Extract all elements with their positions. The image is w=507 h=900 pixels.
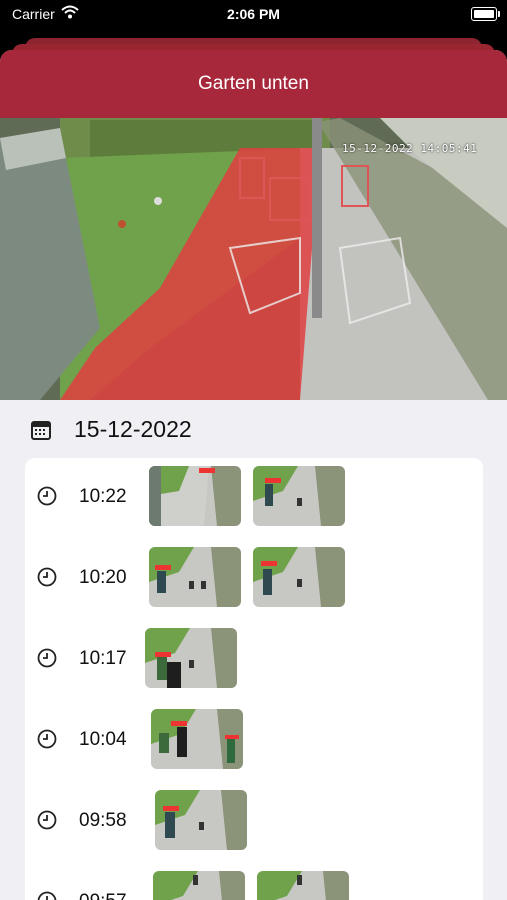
event-row[interactable]: 09:58: [25, 790, 483, 854]
event-time: 10:20: [79, 567, 127, 588]
clock-icon: [37, 648, 57, 668]
event-thumbnail[interactable]: [151, 709, 243, 769]
status-bar: Carrier 2:06 PM: [0, 0, 507, 30]
event-thumbnail[interactable]: [149, 466, 241, 526]
camera-title: Garten unten: [198, 73, 309, 94]
event-row[interactable]: 10:17: [25, 628, 483, 692]
event-thumbnail[interactable]: [253, 466, 345, 526]
camera-title-bar: Garten unten: [0, 50, 507, 118]
event-row[interactable]: 09:57: [25, 871, 483, 900]
clock-icon: [37, 486, 57, 506]
event-row[interactable]: 10:22: [25, 466, 483, 530]
events-list: 10:22 10:20 10:17 10:04 09:58: [25, 458, 483, 900]
event-thumbnail[interactable]: [257, 871, 349, 900]
calendar-icon: [30, 419, 52, 441]
clock-icon: [37, 810, 57, 830]
event-time: 10:22: [79, 486, 127, 507]
event-thumbnail[interactable]: [149, 547, 241, 607]
clock-time: 2:06 PM: [227, 6, 280, 22]
clock-icon: [37, 729, 57, 749]
event-time: 10:04: [79, 729, 127, 750]
camera-live-preview[interactable]: 15-12-2022 14:05:41: [0, 118, 507, 400]
date-label: 15-12-2022: [74, 416, 192, 442]
event-thumbnail[interactable]: [155, 790, 247, 850]
event-row[interactable]: 10:04: [25, 709, 483, 773]
battery-icon: [471, 7, 500, 21]
event-thumbnail[interactable]: [145, 628, 237, 688]
clock-icon: [37, 891, 57, 900]
event-thumbnail[interactable]: [253, 547, 345, 607]
clock-icon: [37, 567, 57, 587]
event-thumbnail[interactable]: [153, 871, 245, 900]
camera-timestamp: 15-12-2022 14:05:41: [342, 142, 478, 155]
camera-sheet: Garten unten 15-12-2022 14:05:41 15-12-2…: [0, 50, 507, 900]
date-header: 15-12-2022: [30, 416, 192, 443]
event-row[interactable]: 10:20: [25, 547, 483, 611]
event-time: 09:57: [79, 891, 127, 900]
event-time: 10:17: [79, 648, 127, 669]
event-time: 09:58: [79, 810, 127, 831]
